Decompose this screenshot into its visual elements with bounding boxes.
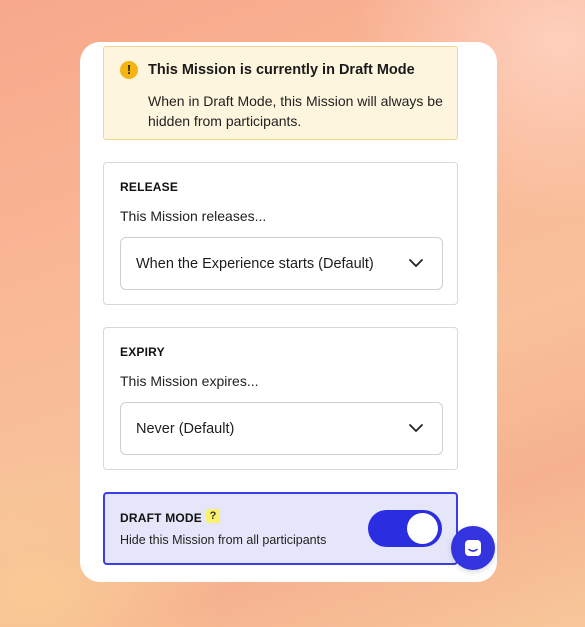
draft-mode-toggle[interactable]	[368, 510, 442, 547]
exclamation-icon: !	[120, 61, 138, 79]
warning-body: When in Draft Mode, this Mission will al…	[148, 93, 443, 129]
expiry-label: EXPIRY	[120, 345, 165, 359]
chat-icon	[465, 540, 481, 556]
chevron-down-icon	[409, 424, 423, 432]
release-description: This Mission releases...	[120, 208, 267, 224]
release-label: RELEASE	[120, 180, 179, 194]
release-select[interactable]: When the Experience starts (Default)	[120, 237, 443, 290]
expiry-panel: EXPIRY This Mission expires... Never (De…	[103, 327, 458, 470]
draft-mode-warning: ! This Mission is currently in Draft Mod…	[103, 46, 458, 140]
draft-mode-description: Hide this Mission from all participants	[120, 533, 327, 547]
expiry-select[interactable]: Never (Default)	[120, 402, 443, 455]
expiry-description: This Mission expires...	[120, 373, 259, 389]
release-select-value: When the Experience starts (Default)	[136, 256, 374, 272]
draft-mode-panel: DRAFT MODE ? Hide this Mission from all …	[103, 492, 458, 565]
chevron-down-icon	[409, 259, 423, 267]
expiry-select-value: Never (Default)	[136, 421, 235, 437]
toggle-knob	[407, 513, 438, 544]
help-icon[interactable]: ?	[206, 509, 220, 523]
warning-title: This Mission is currently in Draft Mode	[148, 62, 415, 78]
release-panel: RELEASE This Mission releases... When th…	[103, 162, 458, 305]
mission-settings-card: ! This Mission is currently in Draft Mod…	[80, 42, 497, 582]
draft-mode-label: DRAFT MODE	[120, 511, 202, 525]
chat-launcher-button[interactable]	[451, 526, 495, 570]
